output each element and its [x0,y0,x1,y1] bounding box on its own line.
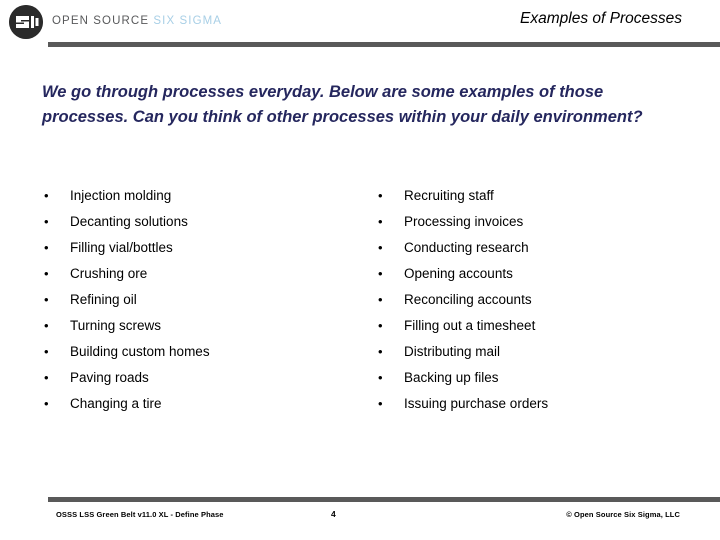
list-item: • Opening accounts [378,264,708,290]
bullet-icon: • [44,292,49,307]
footer-divider [48,497,720,502]
list-item: • Turning screws [44,316,364,342]
process-list-right: • Recruiting staff • Processing invoices… [378,186,708,420]
list-item: • Filling vial/bottles [44,238,364,264]
brand-six-sigma-text: SIX SIGMA [153,15,223,27]
list-item-label: Refining oil [70,292,137,307]
bullet-icon: • [44,370,49,385]
list-item-label: Crushing ore [70,266,148,281]
list-item: • Backing up files [378,368,708,394]
bullet-icon: • [44,318,49,333]
slide-header: OPEN SOURCE SIX SIGMA Examples of Proces… [0,0,720,48]
list-item: • Processing invoices [378,212,708,238]
bullet-icon: • [378,266,383,281]
list-item: • Changing a tire [44,394,364,420]
list-item: • Recruiting staff [378,186,708,212]
bullet-icon: • [378,318,383,333]
bullet-icon: • [44,266,49,281]
list-item-label: Distributing mail [404,344,501,359]
list-item: • Issuing purchase orders [378,394,708,420]
list-item: • Injection molding [44,186,364,212]
list-item: • Decanting solutions [44,212,364,238]
list-item: • Filling out a timesheet [378,316,708,342]
brand-open-source-text: OPEN SOURCE [52,15,154,27]
list-item-label: Filling out a timesheet [404,318,536,333]
process-list-left: • Injection molding • Decanting solution… [44,186,364,420]
list-item: • Refining oil [44,290,364,316]
list-item-label: Opening accounts [404,266,513,281]
list-item-label: Backing up files [404,370,499,385]
bullet-icon: • [44,214,49,229]
bullet-icon: • [378,344,383,359]
list-item-label: Changing a tire [70,396,162,411]
footer-course-label: OSSS LSS Green Belt v11.0 XL - Define Ph… [56,510,224,519]
open-source-six-sigma-logo-icon [9,5,43,39]
list-item: • Crushing ore [44,264,364,290]
bullet-icon: • [378,240,383,255]
bullet-icon: • [44,396,49,411]
list-item: • Paving roads [44,368,364,394]
list-item: • Distributing mail [378,342,708,368]
list-item-label: Recruiting staff [404,188,494,203]
list-item: • Reconciling accounts [378,290,708,316]
list-item-label: Injection molding [70,188,172,203]
list-item-label: Processing invoices [404,214,524,229]
list-item-label: Conducting research [404,240,529,255]
list-item-label: Paving roads [70,370,149,385]
list-item-label: Reconciling accounts [404,292,532,307]
list-item: • Building custom homes [44,342,364,368]
bullet-icon: • [378,214,383,229]
intro-paragraph: We go through processes everyday. Below … [42,83,643,126]
bullet-icon: • [378,292,383,307]
list-item-label: Decanting solutions [70,214,188,229]
bullet-icon: • [378,188,383,203]
list-item-label: Turning screws [70,318,162,333]
page-title: Examples of Processes [520,10,682,27]
bullet-icon: • [378,370,383,385]
bullet-icon: • [44,344,49,359]
list-item-label: Building custom homes [70,344,210,359]
brand-wordmark: OPEN SOURCE SIX SIGMA [52,14,222,28]
page-number: 4 [331,509,336,519]
slide: OPEN SOURCE SIX SIGMA Examples of Proces… [0,0,720,540]
bullet-icon: • [378,396,383,411]
list-item-label: Issuing purchase orders [404,396,549,411]
footer-copyright: © Open Source Six Sigma, LLC [566,510,680,519]
list-item-label: Filling vial/bottles [70,240,173,255]
list-item: • Conducting research [378,238,708,264]
bullet-icon: • [44,188,49,203]
slide-footer: OSSS LSS Green Belt v11.0 XL - Define Ph… [0,508,720,526]
header-divider [48,42,720,47]
bullet-icon: • [44,240,49,255]
